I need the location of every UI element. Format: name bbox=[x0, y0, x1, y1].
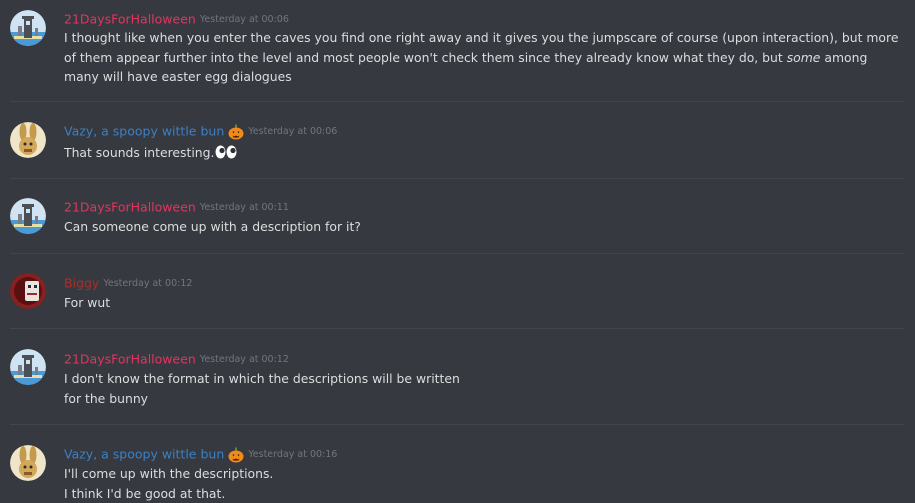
tower-avatar-icon[interactable] bbox=[10, 198, 46, 234]
message-line: I'll come up with the descriptions. bbox=[64, 466, 274, 481]
timestamp[interactable]: Yesterday at 00:12 bbox=[103, 278, 192, 289]
message-text: That sounds interesting. bbox=[64, 143, 905, 165]
message-line: I don't know the format in which the des… bbox=[64, 371, 460, 386]
message-line: for the bunny bbox=[64, 390, 149, 406]
message-text: For wut bbox=[64, 295, 111, 310]
message-header: Biggy Yesterday at 00:12 bbox=[64, 274, 192, 292]
message-divider bbox=[10, 253, 905, 254]
message-header: 21DaysForHalloween Yesterday at 00:11 bbox=[64, 198, 289, 216]
message-header: Vazy, a spoopy wittle bun Yesterday at 00… bbox=[64, 445, 337, 463]
username[interactable]: 21DaysForHalloween bbox=[64, 200, 196, 215]
message-text: I thought like when you enter the caves … bbox=[64, 28, 905, 87]
chat-messages: 21DaysForHalloween Yesterday at 00:06 I t… bbox=[0, 0, 915, 503]
message-text: Can someone come up with a description f… bbox=[64, 219, 361, 234]
timestamp[interactable]: Yesterday at 00:06 bbox=[200, 14, 289, 25]
timestamp[interactable]: Yesterday at 00:11 bbox=[200, 202, 289, 213]
timestamp[interactable]: Yesterday at 00:06 bbox=[248, 126, 337, 137]
message-line: I think I'd be good at that. bbox=[64, 485, 226, 501]
username[interactable]: Vazy, a spoopy wittle bun bbox=[64, 124, 224, 139]
message-divider bbox=[10, 101, 905, 102]
eyes-icon[interactable] bbox=[215, 145, 237, 165]
message-header: Vazy, a spoopy wittle bun Yesterday at 00… bbox=[64, 122, 337, 140]
username[interactable]: Biggy bbox=[64, 276, 99, 291]
timestamp[interactable]: Yesterday at 00:12 bbox=[200, 354, 289, 365]
message-text-part: That sounds interesting. bbox=[64, 145, 215, 160]
bunny-avatar-icon[interactable] bbox=[10, 445, 46, 481]
message-divider bbox=[10, 328, 905, 329]
pumpkin-icon bbox=[228, 447, 244, 463]
creature-avatar-icon[interactable] bbox=[10, 273, 46, 309]
message-text-emphasis: some bbox=[786, 49, 821, 65]
message-text-part: I thought like when you enter the caves … bbox=[64, 30, 899, 65]
tower-avatar-icon[interactable] bbox=[10, 10, 46, 46]
message-text: I'll come up with the descriptions. I th… bbox=[64, 464, 905, 503]
tower-avatar-icon[interactable] bbox=[10, 349, 46, 385]
message-divider bbox=[10, 178, 905, 179]
username[interactable]: Vazy, a spoopy wittle bun bbox=[64, 447, 224, 462]
message-divider bbox=[10, 424, 905, 425]
pumpkin-icon bbox=[228, 124, 244, 140]
bunny-avatar-icon[interactable] bbox=[10, 122, 46, 158]
username[interactable]: 21DaysForHalloween bbox=[64, 352, 196, 367]
timestamp[interactable]: Yesterday at 00:16 bbox=[248, 449, 337, 460]
message-header: 21DaysForHalloween Yesterday at 00:12 bbox=[64, 350, 289, 368]
message-text: I don't know the format in which the des… bbox=[64, 369, 905, 408]
message-header: 21DaysForHalloween Yesterday at 00:06 bbox=[64, 10, 289, 28]
username[interactable]: 21DaysForHalloween bbox=[64, 12, 196, 27]
